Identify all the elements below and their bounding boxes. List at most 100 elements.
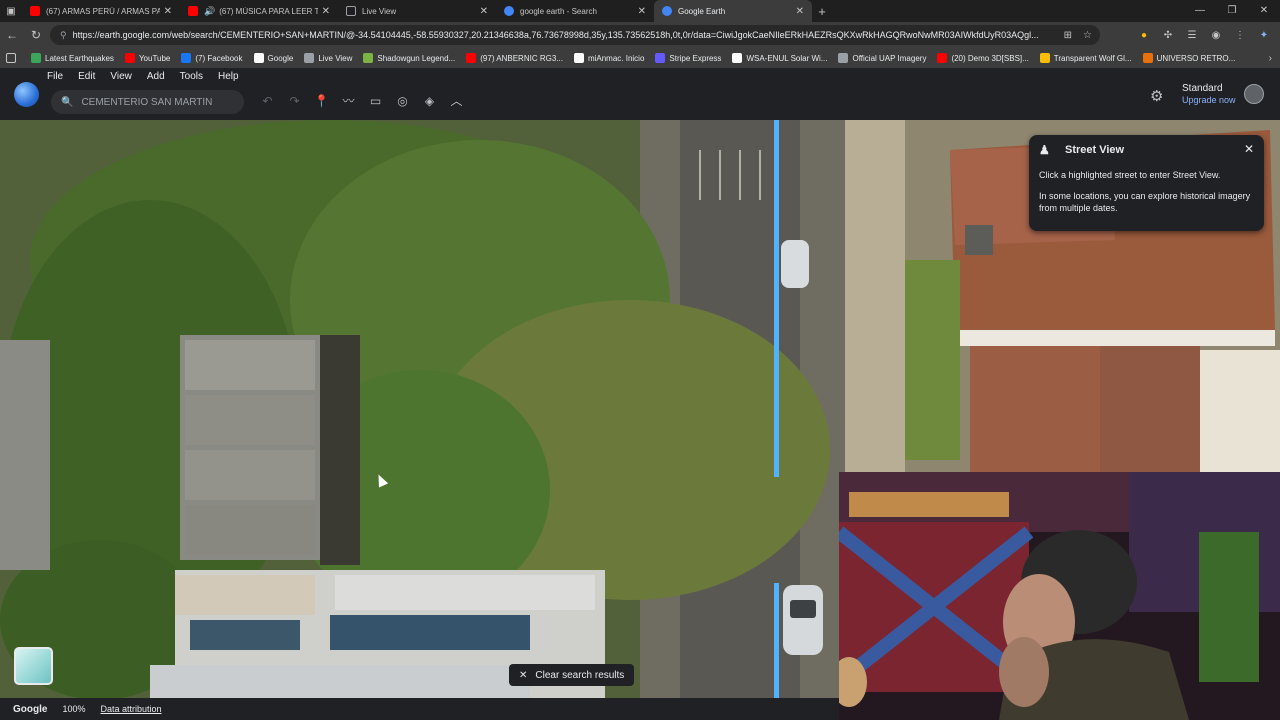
- bookmark-favicon-icon: [937, 53, 948, 63]
- new-tab-button[interactable]: +: [812, 4, 832, 19]
- gemini-icon[interactable]: ✦: [1256, 27, 1272, 43]
- bookmark-favicon-icon: [466, 53, 477, 63]
- menu-help[interactable]: Help: [218, 71, 239, 82]
- webcam-overlay: [839, 472, 1280, 720]
- bookmark-label: Transparent Wolf Gl...: [1053, 53, 1132, 63]
- restore-icon[interactable]: ❐: [1216, 0, 1248, 22]
- tab-musica[interactable]: 🔊 (67) MÚSICA PARA LEER TER ✕: [180, 0, 338, 22]
- bookmark-favicon-icon: [573, 53, 584, 63]
- tab-live-view[interactable]: Live View ✕: [338, 0, 496, 22]
- window-controls: — ❐ ✕: [1184, 0, 1280, 22]
- menu-edit[interactable]: Edit: [78, 71, 95, 82]
- bookmark-favicon-icon: [838, 53, 849, 63]
- bookmark-favicon-icon: [304, 53, 315, 63]
- reading-list-icon[interactable]: ☰: [1184, 27, 1200, 43]
- avatar[interactable]: [1244, 84, 1264, 104]
- close-tab-icon[interactable]: ✕: [322, 6, 330, 17]
- tab-label: (67) ARMAS PERÚ / ARMAS PARA: [46, 6, 160, 16]
- tab-label: Google Earth: [678, 6, 726, 16]
- url-field[interactable]: ⚲ https://earth.google.com/web/search/CE…: [50, 25, 1100, 45]
- settings-gear-icon[interactable]: ⚙: [1150, 87, 1163, 105]
- add-placemark-icon[interactable]: 📍: [308, 94, 335, 108]
- bookmark-favicon-icon: [181, 53, 192, 63]
- bookmark-item[interactable]: Stripe Express: [655, 53, 721, 63]
- bookmark-item[interactable]: Live View: [304, 53, 352, 63]
- bookmark-label: (97) ANBERNIC RG3...: [480, 53, 563, 63]
- layers-icon[interactable]: ◈: [416, 94, 443, 108]
- install-app-icon[interactable]: ⊞: [1064, 30, 1072, 41]
- menu-file[interactable]: File: [47, 71, 63, 82]
- bookmark-label: UNIVERSO RETRO...: [1156, 53, 1236, 63]
- back-icon[interactable]: ←: [0, 28, 24, 42]
- bookmarks-bar: Latest Earthquakes YouTube (7) Facebook Goo…: [0, 48, 1280, 68]
- close-tab-icon[interactable]: ✕: [638, 6, 646, 17]
- earth-globe-icon[interactable]: [14, 82, 39, 107]
- search-favicon-icon: [504, 6, 514, 16]
- bookmark-item[interactable]: (20) Demo 3D[SBS]...: [937, 53, 1029, 63]
- bookmark-label: miAnmac. Inicio: [587, 53, 645, 63]
- tab-label: google earth - Search: [520, 6, 597, 16]
- historical-imagery-icon[interactable]: ◎: [389, 94, 416, 108]
- earth-favicon-icon: [662, 6, 672, 16]
- page-favicon-icon: [346, 6, 356, 16]
- upgrade-link[interactable]: Upgrade now: [1182, 95, 1236, 105]
- bookmark-favicon-icon: [1039, 53, 1050, 63]
- add-path-icon[interactable]: 〰: [335, 92, 362, 109]
- undo-icon[interactable]: ↶: [254, 94, 281, 108]
- plan-label: Standard: [1182, 83, 1223, 94]
- more-bookmarks-chevron-icon[interactable]: ›: [1269, 53, 1272, 64]
- map-style-thumbnail[interactable]: [14, 647, 53, 685]
- bookmark-star-icon[interactable]: ☆: [1083, 30, 1092, 41]
- bookmark-item[interactable]: miAnmac. Inicio: [573, 53, 645, 63]
- bookmark-item[interactable]: Shadowgun Legend...: [363, 53, 455, 63]
- tab-search-icon[interactable]: ▣: [0, 0, 22, 22]
- reload-icon[interactable]: ↻: [24, 28, 48, 42]
- close-tab-icon[interactable]: ✕: [480, 6, 488, 17]
- close-window-icon[interactable]: ✕: [1248, 0, 1280, 22]
- menu-tools[interactable]: Tools: [180, 71, 203, 82]
- close-tab-icon[interactable]: ✕: [796, 6, 804, 17]
- measure-icon[interactable]: ▭: [362, 94, 389, 108]
- tab-google-search[interactable]: google earth - Search ✕: [496, 0, 654, 22]
- bookmark-item[interactable]: YouTube: [124, 53, 170, 63]
- tab-google-earth[interactable]: Google Earth ✕: [654, 0, 812, 22]
- redo-icon[interactable]: ↷: [281, 94, 308, 108]
- speaker-icon[interactable]: 🔊: [204, 6, 215, 17]
- close-icon[interactable]: ✕: [1244, 142, 1254, 156]
- search-input[interactable]: 🔍 CEMENTERIO SAN MARTIN: [51, 90, 244, 114]
- street-view-title: Street View: [1065, 144, 1125, 156]
- bookmark-favicon-icon: [363, 53, 374, 63]
- bookmark-item[interactable]: UNIVERSO RETRO...: [1142, 53, 1236, 63]
- youtube-favicon-icon: [30, 6, 40, 16]
- bookmark-item[interactable]: Google: [253, 53, 293, 63]
- collapse-chevron-icon[interactable]: ︿: [443, 92, 470, 109]
- site-info-icon[interactable]: ⚲: [60, 30, 67, 41]
- bookmark-label: Latest Earthquakes: [45, 53, 114, 63]
- clear-search-button[interactable]: ✕ Clear search results: [509, 664, 635, 686]
- data-attribution-link[interactable]: Data attribution: [100, 704, 161, 714]
- bookmark-label: Official UAP Imagery: [852, 53, 927, 63]
- bookmark-item[interactable]: (7) Facebook: [181, 53, 243, 63]
- map-footer: Google 100% Data attribution: [0, 698, 840, 720]
- extensions-area: ● ✣ ☰ ◉ ⋮ ✦: [1136, 25, 1272, 45]
- profile-avatar-icon[interactable]: ◉: [1208, 27, 1224, 43]
- bookmark-item[interactable]: Official UAP Imagery: [838, 53, 926, 63]
- more-menu-icon[interactable]: ⋮: [1232, 27, 1248, 43]
- menu-add[interactable]: Add: [147, 71, 165, 82]
- bookmark-label: (7) Facebook: [195, 53, 243, 63]
- bookmark-item[interactable]: Transparent Wolf Gl...: [1039, 53, 1132, 63]
- minimize-icon[interactable]: —: [1184, 0, 1216, 22]
- tab-label: Live View: [362, 6, 397, 16]
- bookmark-favicon-icon: [732, 53, 743, 63]
- bookmark-item[interactable]: Latest Earthquakes: [31, 53, 114, 63]
- close-tab-icon[interactable]: ✕: [164, 6, 172, 17]
- bookmark-item[interactable]: (97) ANBERNIC RG3...: [466, 53, 563, 63]
- extension-icon[interactable]: ●: [1136, 27, 1152, 43]
- bookmark-item[interactable]: WSA-ENUL Solar Wi...: [732, 53, 827, 63]
- street-view-card: ♟ Street View ✕ Click a highlighted stre…: [1029, 135, 1264, 231]
- apps-icon[interactable]: [6, 53, 20, 63]
- zoom-level[interactable]: 100%: [62, 704, 85, 714]
- extension-puzzle-icon[interactable]: ✣: [1160, 27, 1176, 43]
- tab-armas-peru[interactable]: (67) ARMAS PERÚ / ARMAS PARA ✕: [22, 0, 180, 22]
- menu-view[interactable]: View: [110, 71, 132, 82]
